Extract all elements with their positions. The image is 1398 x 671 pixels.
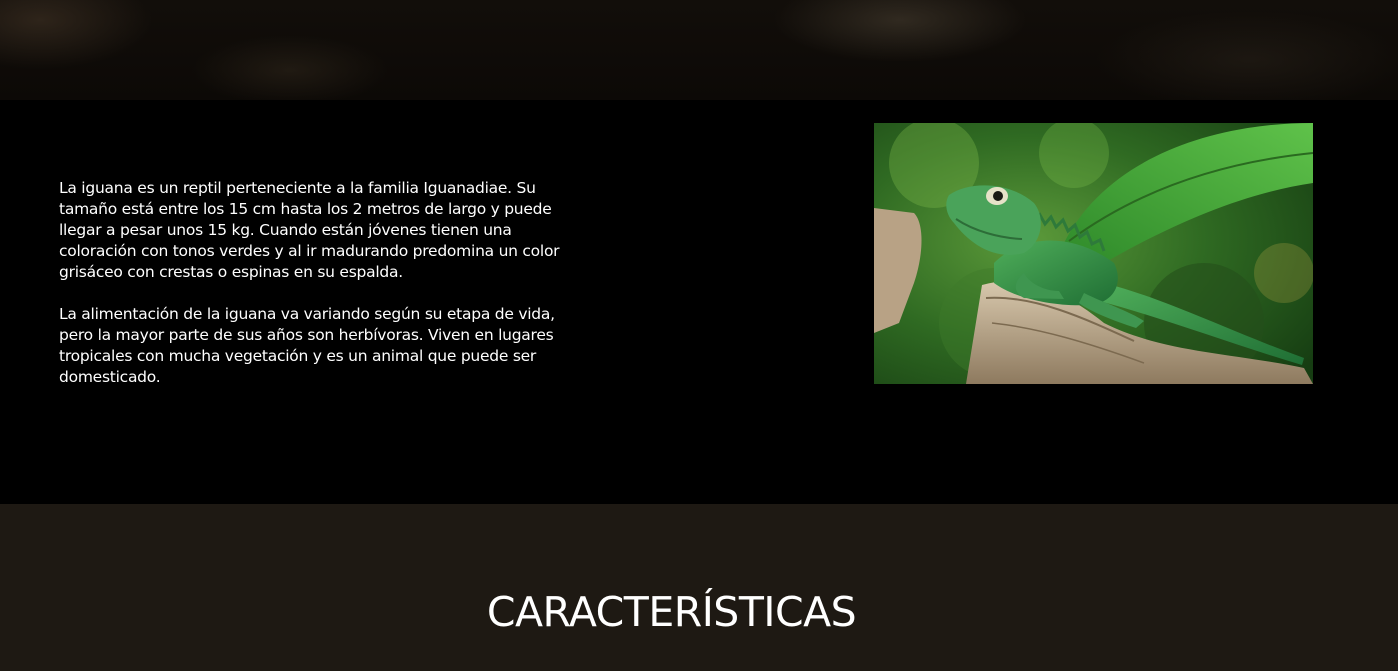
iguana-photo <box>874 123 1313 384</box>
intro-paragraph-1: La iguana es un reptil perteneciente a l… <box>59 179 560 281</box>
features-heading: CARACTERÍSTICAS <box>486 588 857 636</box>
intro-text: La iguana es un reptil perteneciente a l… <box>59 178 589 409</box>
intro-paragraph-2: La alimentación de la iguana va variando… <box>59 305 555 386</box>
intro-section: La iguana es un reptil perteneciente a l… <box>0 100 1398 504</box>
hero-background-strip <box>0 0 1398 100</box>
features-section: CARACTERÍSTICAS <box>0 504 1398 671</box>
